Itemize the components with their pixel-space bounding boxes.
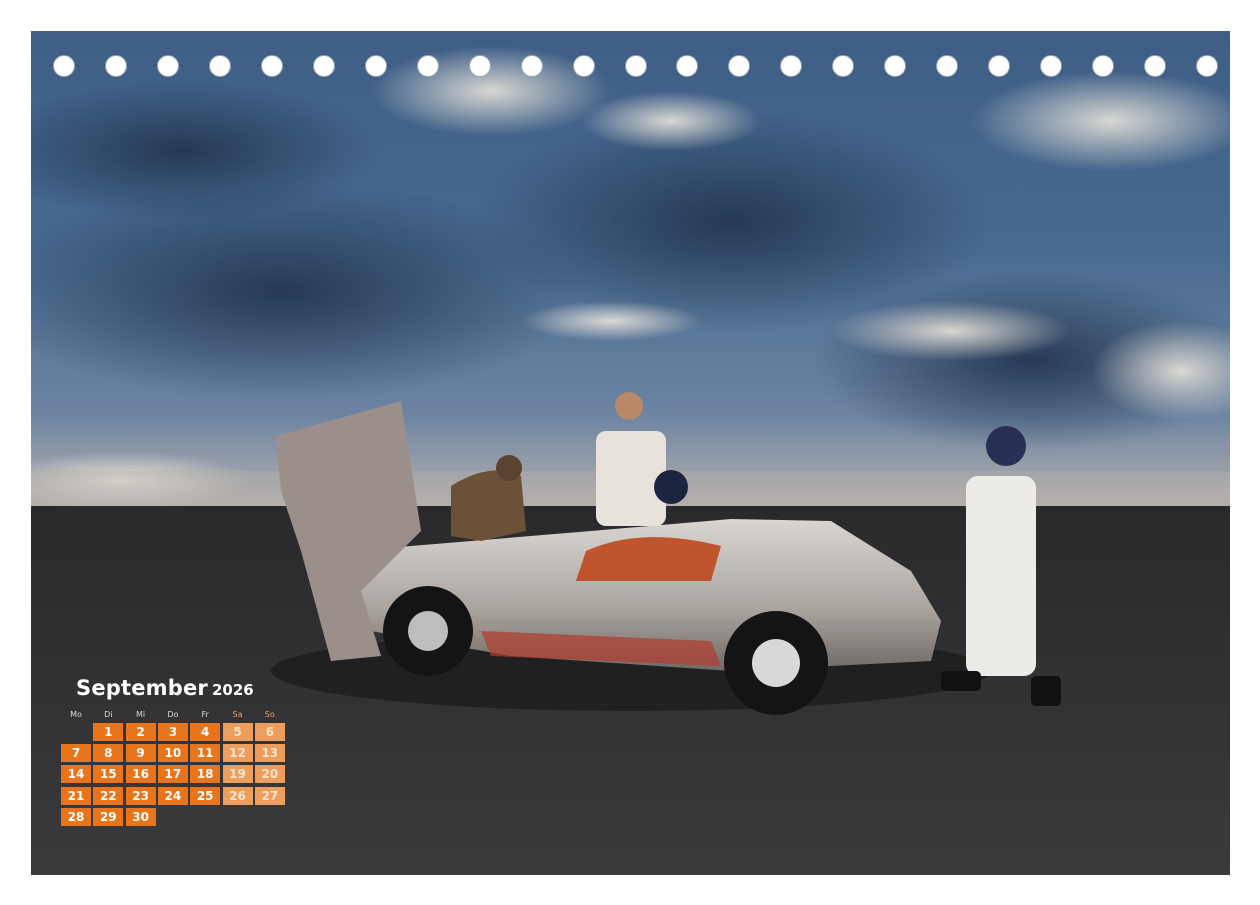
calendar-month: September [76,676,208,700]
calendar-day: 26 [222,786,253,805]
calendar-day: 10 [157,744,188,763]
calendar-page: September 2026 Mo Di Mi Do Fr Sa So 1 2 3 4 5 6 7 8 9 10 1… [0,0,1260,905]
binding-hole [520,55,543,77]
calendar-day: 22 [93,786,124,805]
binding-hole [312,55,335,77]
binding-hole [676,55,699,77]
binding-hole [728,55,751,77]
weekday-label: Fr [201,710,209,719]
binding-hole [104,55,127,77]
calendar-day: 8 [93,744,124,763]
weekday-label: Di [104,710,113,719]
binding-hole [416,55,439,77]
calendar-day: 23 [125,786,156,805]
calendar-day: 27 [254,786,285,805]
binding-holes [31,55,1230,79]
calendar-day: 28 [61,807,91,826]
calendar-day: 15 [93,765,124,784]
calendar-day: 12 [222,744,253,763]
calendar-day: 1 [93,723,124,741]
binding-hole [780,55,803,77]
calendar-day: 30 [125,807,156,826]
calendar-day: 2 [125,723,156,741]
calendar-day: 6 [254,723,285,741]
binding-hole [832,55,855,77]
binding-hole [988,55,1011,77]
calendar-day: 19 [222,765,253,784]
calendar-day: 14 [61,765,91,784]
calendar-day: 21 [61,786,91,805]
calendar-day: 3 [157,723,188,741]
calendar-day: 4 [190,723,221,741]
binding-hole [468,55,491,77]
weekday-label: Do [167,710,179,719]
binding-hole [156,55,179,77]
calendar-day: 24 [157,786,188,805]
calendar-title: September 2026 [76,676,254,700]
calendar-day: 5 [222,723,253,741]
binding-hole [624,55,647,77]
binding-hole [884,55,907,77]
binding-hole [1092,55,1115,77]
calendar-day: 16 [125,765,156,784]
calendar-day: 11 [190,744,221,763]
calendar-day: 18 [190,765,221,784]
binding-hole [364,55,387,77]
calendar-day: 9 [125,744,156,763]
binding-hole [53,55,75,77]
weekday-label: So [264,710,275,719]
calendar-day: 13 [254,744,285,763]
binding-hole [1144,55,1167,77]
binding-hole [572,55,595,77]
binding-hole [1040,55,1063,77]
calendar-day: 20 [254,765,285,784]
weekday-label: Mo [70,710,82,719]
calendar-day: 29 [93,807,124,826]
calendar-day: 25 [190,786,221,805]
weekday-label: Sa [232,710,243,719]
calendar-day: 17 [157,765,188,784]
weekday-label: Mi [136,710,146,719]
calendar-year: 2026 [212,681,254,699]
binding-hole [208,55,231,77]
binding-hole [1196,55,1218,77]
binding-hole [936,55,959,77]
calendar-day: 7 [61,744,91,763]
binding-hole [260,55,283,77]
